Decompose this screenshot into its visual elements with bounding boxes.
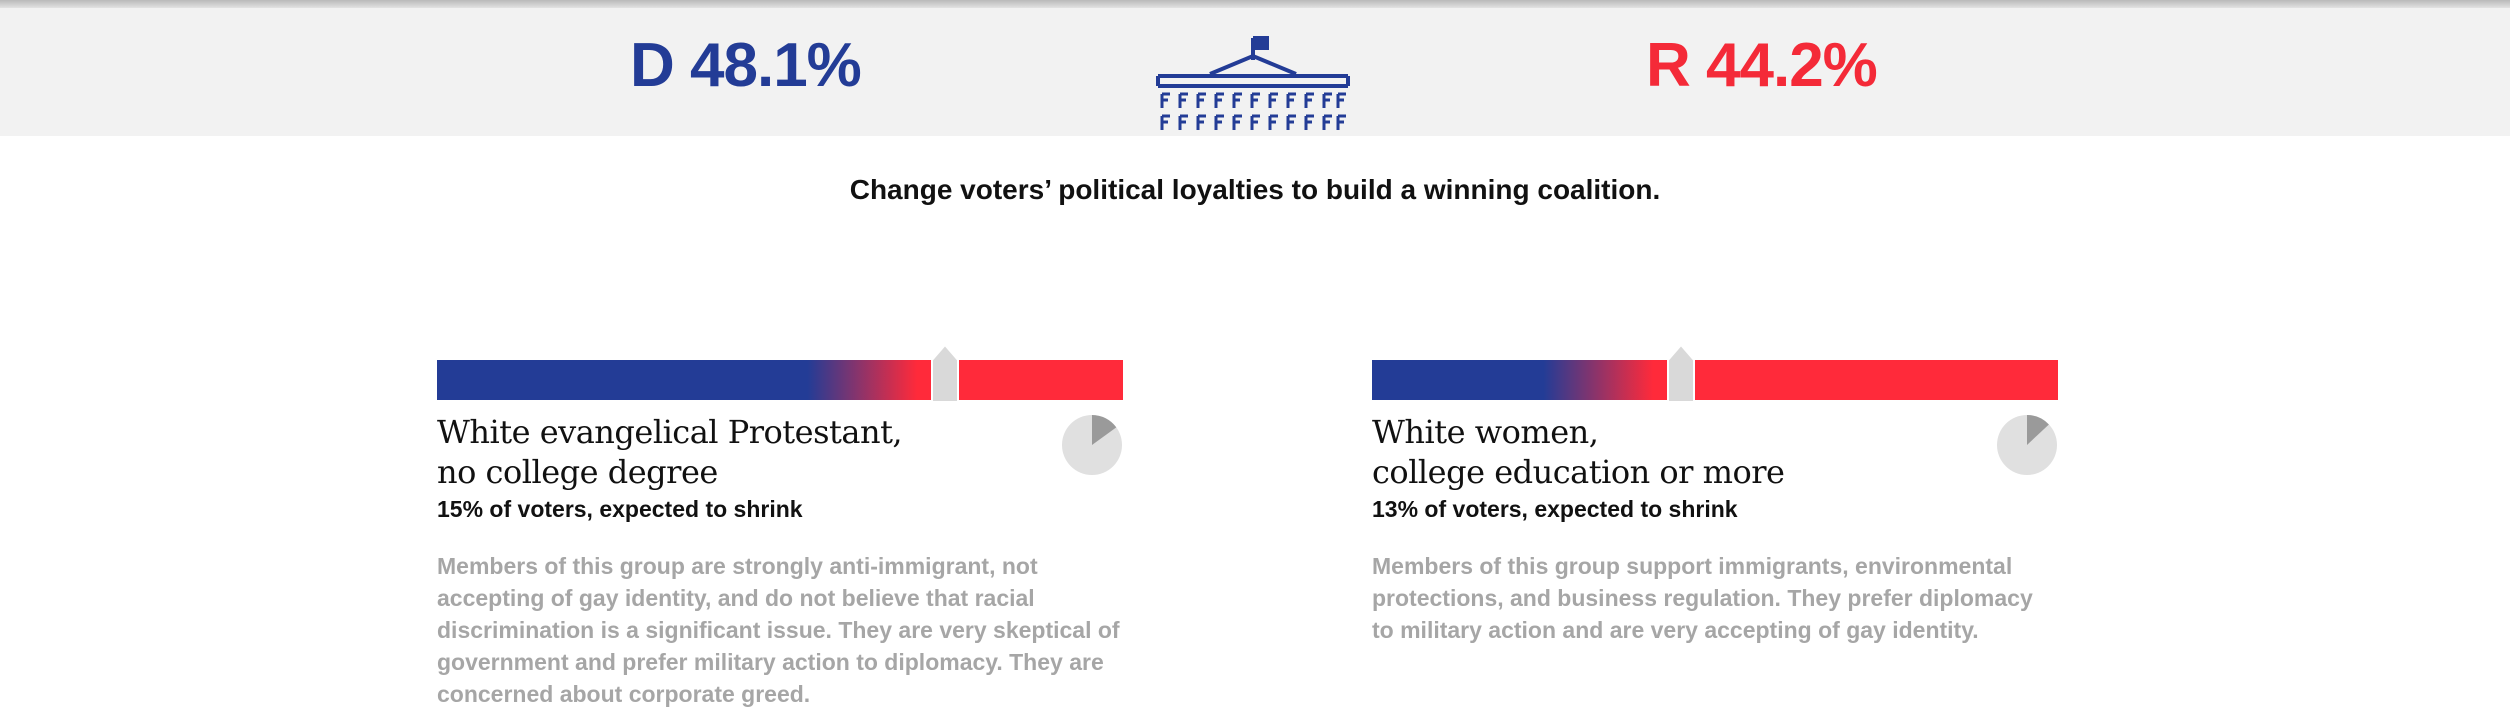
loyalty-slider[interactable] [1372,344,2058,404]
group-voter-share: 15% of voters, expected to shrink [437,496,803,522]
group-title-line-2: college education or more [1372,453,1785,491]
loyalty-slider[interactable] [437,344,1123,404]
slider-track[interactable] [1372,360,2058,400]
slider-handle[interactable] [930,344,959,404]
group-voter-share: 13% of voters, expected to shrink [1372,496,1738,522]
group-description: Members of this group support immigrants… [1372,553,2033,643]
group-title-line-2: no college degree [437,453,718,491]
voter-share-pie-icon [1997,415,2057,475]
voter-share-pie-icon [1062,415,1122,475]
capitol-building-icon [1156,36,1350,130]
group-title: White women, college education or more [1372,412,1972,492]
page-instruction: Change voters’ political loyalties to bu… [849,174,1661,205]
group-card-white-women: White women, college education or more 1… [1372,344,2058,646]
group-description: Members of this group are strongly anti-… [437,553,1120,707]
slider-track[interactable] [437,360,1123,400]
slider-handle[interactable] [1666,344,1695,404]
group-title-line-1: White evangelical Protestant, [437,413,903,451]
group-card-white-evangelical: White evangelical Protestant, no college… [437,344,1123,710]
top-strip [0,0,2510,8]
republican-vote-share: R 44.2% [1646,31,1878,100]
group-title-line-1: White women, [1372,413,1599,451]
democrat-vote-share: D 48.1% [630,31,862,100]
group-title: White evangelical Protestant, no college… [437,412,1037,492]
